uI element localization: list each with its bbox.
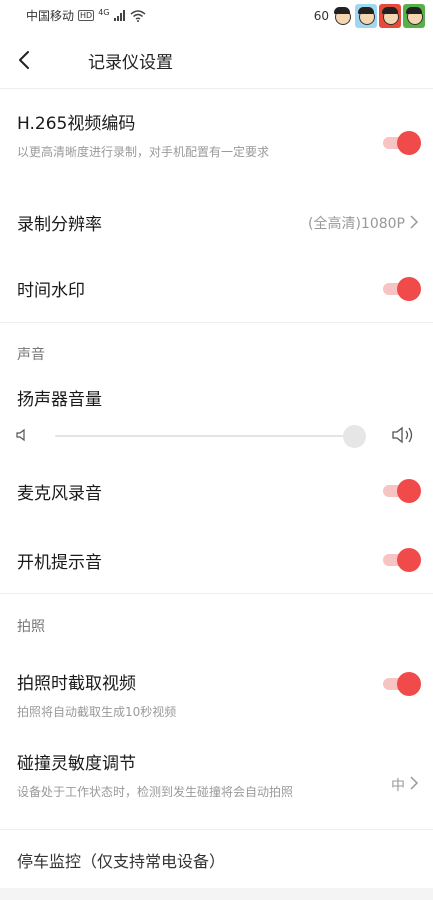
resolution-setting-row[interactable]: 录制分辨率 (全高清)1080P: [0, 190, 433, 254]
h265-description: 以更高清晰度进行录制，对手机配置有一定要求: [17, 145, 270, 159]
mic-record-title: 麦克风录音: [17, 484, 102, 504]
speaker-volume-title: 扬声器音量: [17, 390, 102, 410]
collision-description: 设备处于工作状态时，检测到发生碰撞将会自动拍照: [17, 785, 294, 799]
signal-icon: [113, 10, 125, 21]
chevron-right-icon: [410, 215, 419, 229]
parking-monitor-title: 停车监控（仅支持常电设备）: [17, 852, 226, 871]
hd-badge: HD: [78, 10, 95, 21]
sound-section-label: 声音: [17, 347, 45, 363]
network-type: 4G: [98, 8, 110, 17]
parking-monitor-row[interactable]: 停车监控（仅支持常电设备）: [0, 830, 433, 888]
battery-level: 60: [313, 9, 329, 23]
photo-section-label: 拍照: [17, 619, 45, 635]
page-title: 记录仪设置: [88, 53, 173, 73]
header: 记录仪设置: [0, 32, 433, 89]
avatar: [355, 4, 377, 28]
mic-record-setting-row[interactable]: 麦克风录音: [0, 458, 433, 522]
volume-low-icon: [16, 428, 25, 442]
divider: [0, 593, 433, 594]
collision-value: 中: [391, 778, 405, 794]
volume-high-icon: [392, 426, 413, 444]
back-button[interactable]: [14, 46, 40, 74]
speaker-volume-slider-track[interactable]: [55, 435, 355, 437]
boot-sound-title: 开机提示音: [17, 553, 102, 573]
avatar: [331, 4, 353, 28]
divider: [0, 322, 433, 323]
resolution-value: (全高清)1080P: [308, 216, 405, 232]
photo-video-description: 拍照将自动截取生成10秒视频: [17, 705, 177, 719]
status-left: 中国移动 HD 4G: [26, 7, 146, 24]
watermark-setting-row[interactable]: 时间水印: [0, 256, 433, 320]
h265-setting-row[interactable]: H.265视频编码 以更高清晰度进行录制，对手机配置有一定要求: [0, 88, 433, 188]
resolution-title: 录制分辨率: [17, 215, 102, 235]
watermark-toggle[interactable]: [381, 276, 421, 301]
wifi-icon: [130, 9, 145, 22]
mic-record-toggle[interactable]: [381, 478, 421, 503]
speaker-volume-slider-thumb[interactable]: [343, 425, 366, 448]
collision-setting-row[interactable]: 碰撞灵敏度调节 设备处于工作状态时，检测到发生碰撞将会自动拍照 中: [0, 735, 433, 827]
avatar: [379, 4, 401, 28]
photo-video-toggle[interactable]: [381, 671, 421, 696]
photo-video-title: 拍照时截取视频: [17, 674, 136, 694]
carrier-name: 中国移动: [26, 9, 75, 23]
watermark-title: 时间水印: [17, 281, 85, 301]
h265-toggle[interactable]: [381, 130, 421, 155]
bottom-bar: [0, 888, 433, 900]
collision-title: 碰撞灵敏度调节: [17, 754, 136, 774]
avatar: [403, 4, 425, 28]
status-bar: 中国移动 HD 4G 60: [0, 0, 433, 32]
boot-sound-setting-row[interactable]: 开机提示音: [0, 528, 433, 592]
chevron-right-icon: [410, 776, 419, 790]
status-right: 60: [314, 4, 425, 28]
h265-title: H.265视频编码: [17, 114, 136, 134]
photo-video-setting-row[interactable]: 拍照时截取视频 拍照将自动截取生成10秒视频: [0, 652, 433, 728]
back-arrow-icon: [19, 51, 29, 69]
boot-sound-toggle[interactable]: [381, 547, 421, 572]
